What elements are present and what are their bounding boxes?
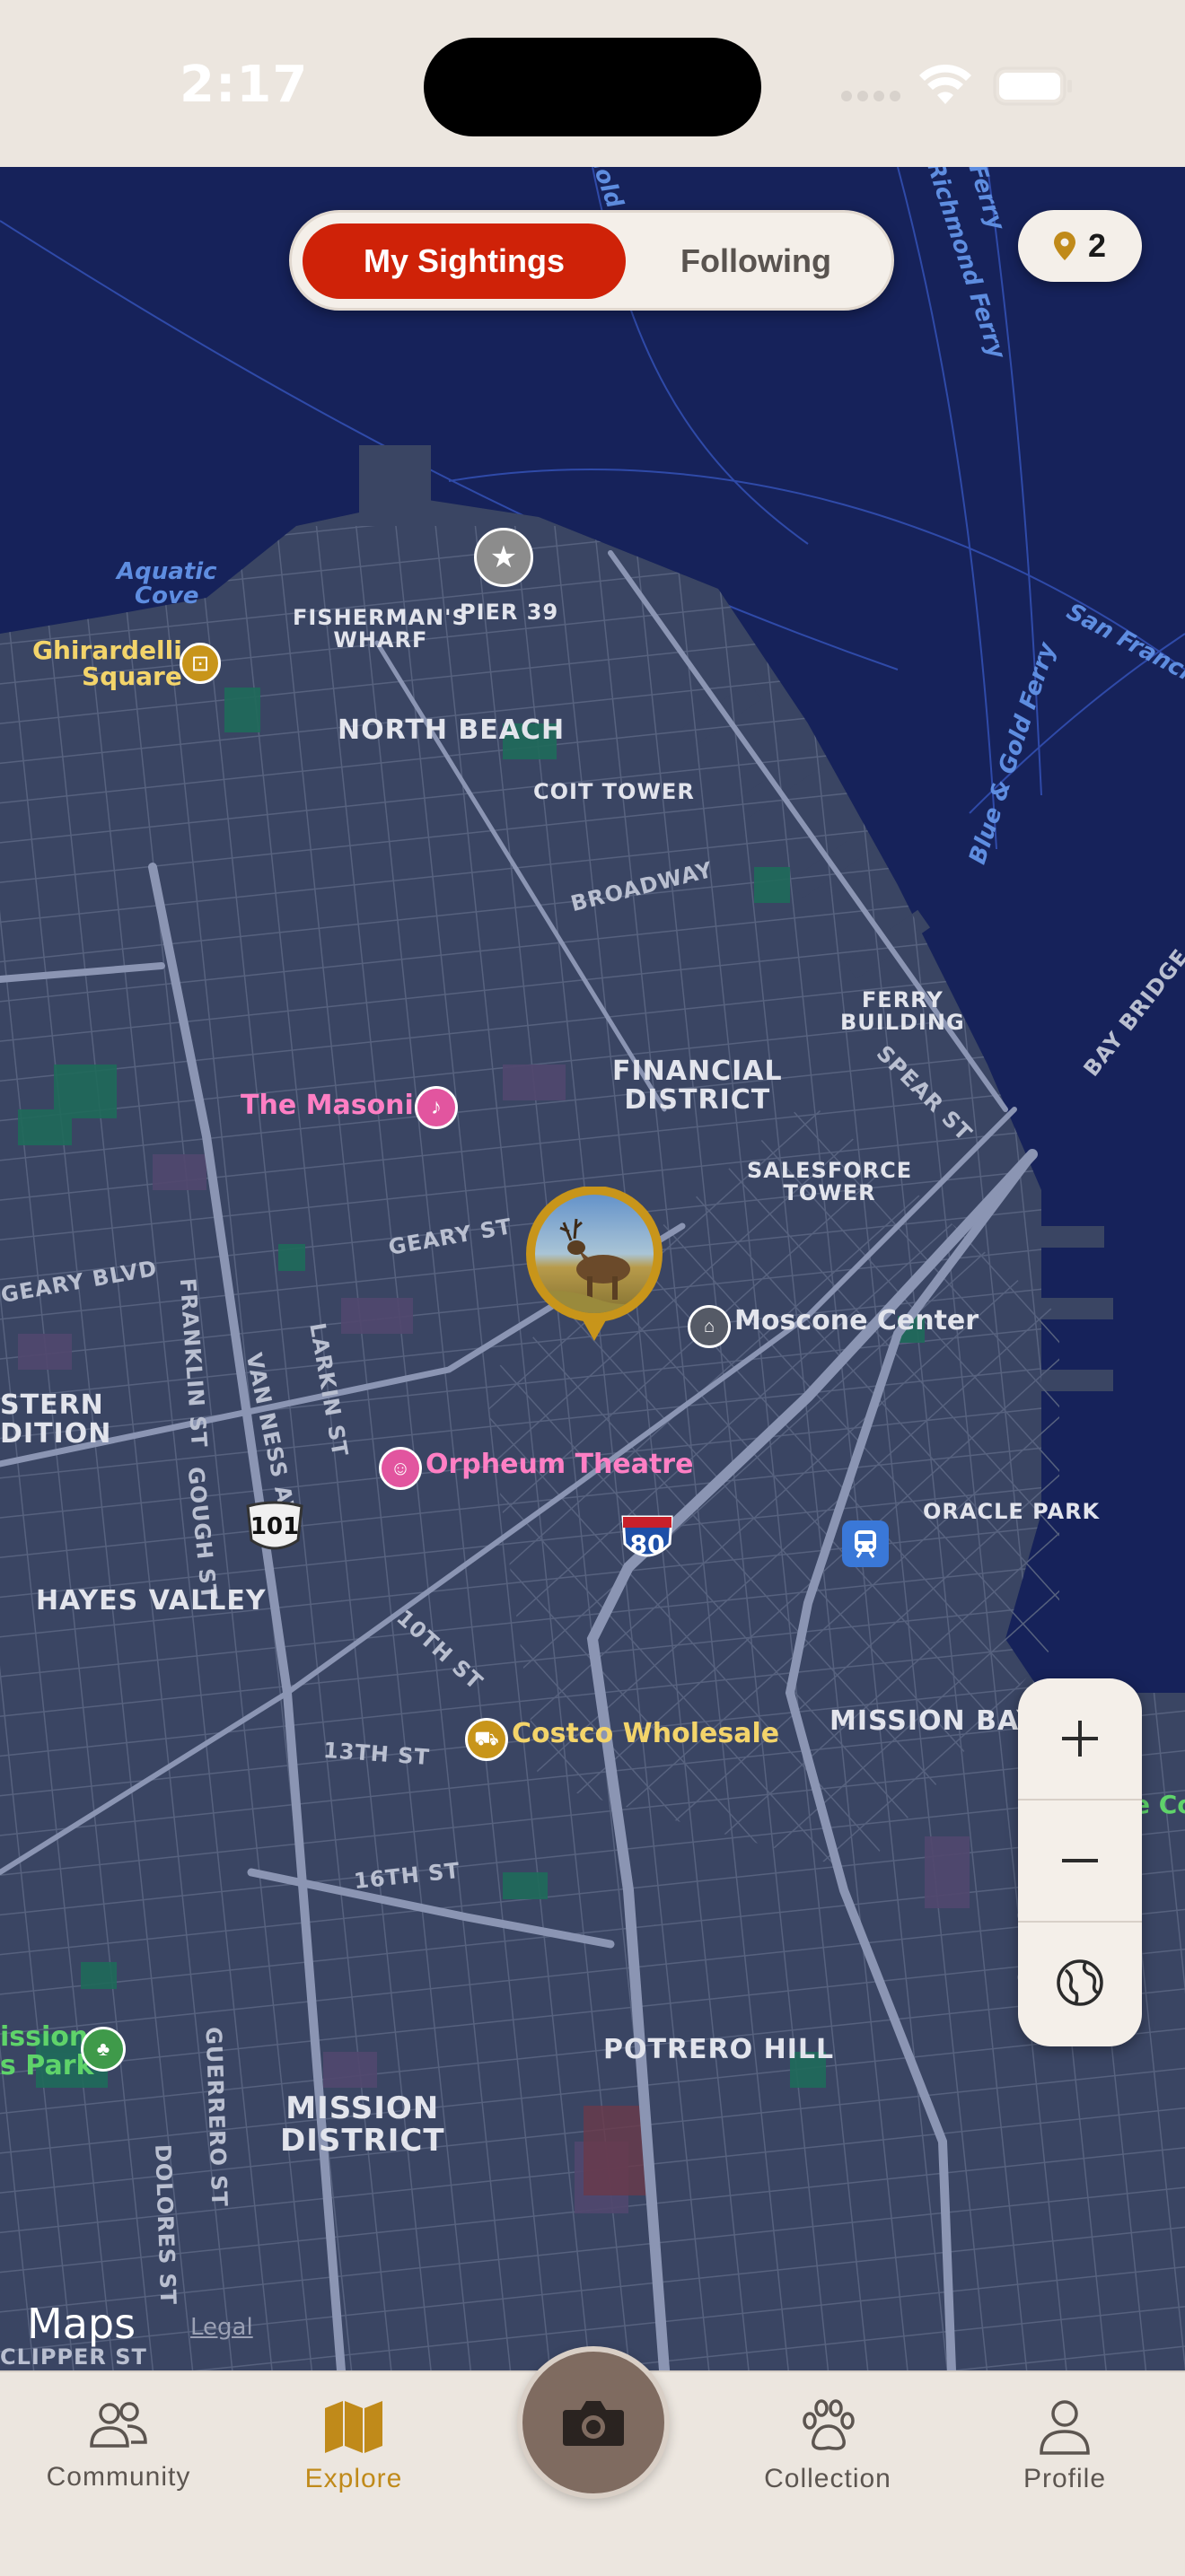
tree-icon[interactable]: ♣ bbox=[81, 2027, 126, 2072]
map-label-oracle-park: ORACLE PARK bbox=[923, 1499, 1101, 1524]
map-icon bbox=[325, 2401, 382, 2453]
map-label-coit-tower: COIT TOWER bbox=[533, 779, 695, 804]
tab-label: Collection bbox=[764, 2464, 891, 2493]
interstate-80-shield: 80 bbox=[619, 1513, 675, 1569]
map-label-western-addition: STERN DITION bbox=[0, 1389, 112, 1450]
highway-101-shield: 101 bbox=[244, 1501, 305, 1556]
zoom-out-button[interactable] bbox=[1018, 1801, 1142, 1921]
location-pin-icon bbox=[1053, 232, 1075, 260]
minus-icon bbox=[1062, 1859, 1098, 1862]
place-label-moscone-center[interactable]: Moscone Center bbox=[734, 1307, 979, 1336]
status-time: 2:17 bbox=[180, 56, 309, 114]
place-label-the-masonic[interactable]: The Masonic bbox=[241, 1091, 430, 1120]
music-note-icon[interactable]: ♪ bbox=[415, 1086, 458, 1129]
person-icon bbox=[1040, 2400, 1090, 2455]
map-label-salesforce-tower: SALESFORCE TOWER bbox=[747, 1158, 913, 1206]
place-label-ghirardelli[interactable]: Ghirardelli Square bbox=[32, 637, 182, 690]
battery-icon bbox=[993, 66, 1072, 106]
wifi-icon bbox=[919, 65, 971, 104]
apple-maps-attribution: Maps bbox=[27, 2300, 136, 2348]
map-label-aquatic-cove: Aquatic Cove bbox=[117, 558, 217, 610]
map-label-north-beach: NORTH BEACH bbox=[338, 714, 566, 746]
convention-center-icon[interactable]: ⌂ bbox=[688, 1305, 731, 1348]
tab-label: Profile bbox=[1023, 2464, 1107, 2493]
paw-icon bbox=[803, 2399, 855, 2450]
map-zoom-controls bbox=[1018, 1678, 1142, 2046]
shopping-cart-icon[interactable]: ⛟ bbox=[465, 1718, 508, 1761]
map-label-guerrero-st: GUERRERO ST bbox=[200, 2026, 233, 2208]
legal-link[interactable]: Legal bbox=[190, 2314, 253, 2341]
following-tab[interactable]: Following bbox=[626, 223, 886, 299]
place-label-mission-dolores-park[interactable]: ission s Park bbox=[0, 2023, 93, 2080]
theater-mask-icon[interactable]: ☺ bbox=[379, 1447, 422, 1490]
star-landmark-icon[interactable]: ★ bbox=[474, 528, 533, 587]
maps-logo-text: Maps bbox=[27, 2300, 136, 2348]
globe-view-button[interactable] bbox=[1018, 1923, 1142, 2043]
map-label-mission-district: MISSION DISTRICT bbox=[280, 2090, 445, 2159]
deer-photo-marker[interactable] bbox=[524, 1187, 664, 1348]
tab-label: Community bbox=[46, 2462, 191, 2492]
dynamic-island bbox=[424, 38, 761, 136]
sighting-pin[interactable] bbox=[524, 1187, 664, 1348]
tab-label: Explore bbox=[304, 2464, 403, 2493]
tab-explore[interactable]: Explore bbox=[255, 2399, 452, 2494]
zoom-in-button[interactable] bbox=[1018, 1678, 1142, 1799]
cellular-signal-icon bbox=[841, 91, 900, 101]
people-icon bbox=[90, 2402, 147, 2448]
map-label-clipper-st: CLIPPER ST bbox=[0, 2344, 147, 2370]
my-sightings-tab[interactable]: My Sightings bbox=[303, 223, 626, 299]
camera-icon bbox=[563, 2401, 624, 2446]
train-station-icon[interactable] bbox=[842, 1520, 889, 1567]
sightings-count: 2 bbox=[1087, 227, 1107, 264]
map-label-potrero-hill: POTRERO HILL bbox=[603, 2034, 835, 2065]
place-label-orpheum-theatre[interactable]: Orpheum Theatre bbox=[426, 1450, 693, 1479]
tab-profile[interactable]: Profile bbox=[966, 2399, 1163, 2494]
map-label-hayes-valley: HAYES VALLEY bbox=[36, 1585, 267, 1617]
map-label-financial-district: FINANCIAL DISTRICT bbox=[612, 1056, 783, 1116]
tab-collection[interactable]: Collection bbox=[729, 2399, 926, 2494]
sightings-count-button[interactable]: 2 bbox=[1018, 210, 1142, 282]
map-label-mission-bay: MISSION BAY bbox=[830, 1705, 1038, 1737]
shopping-bag-icon[interactable]: ⊡ bbox=[180, 643, 221, 684]
place-label-costco[interactable]: Costco Wholesale bbox=[512, 1720, 779, 1748]
sightings-filter-control[interactable]: My Sightings Following bbox=[289, 210, 894, 311]
tab-community[interactable]: Community bbox=[20, 2399, 217, 2493]
camera-button[interactable] bbox=[517, 2346, 670, 2499]
map-label-dolores-st: DOLORES ST bbox=[150, 2143, 181, 2306]
map-label-fishermans-wharf: FISHERMAN'S WHARF bbox=[293, 605, 469, 653]
map-view[interactable]: Aquatic Cove Gold Richmond Ferry Ferry B… bbox=[0, 167, 1185, 2370]
globe-icon bbox=[1057, 1959, 1103, 2006]
map-label-ferry-building: FERRY BUILDING bbox=[840, 987, 965, 1036]
plus-icon bbox=[1062, 1721, 1098, 1757]
status-bar: 2:17 bbox=[0, 0, 1185, 167]
map-label-pier39: PIER 39 bbox=[460, 600, 559, 625]
